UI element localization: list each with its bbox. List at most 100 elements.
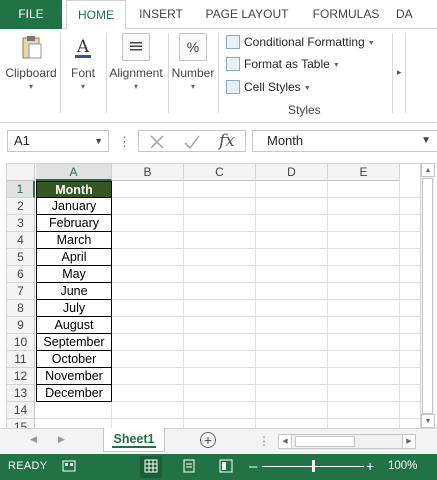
macro-record-icon[interactable]: [62, 459, 76, 473]
next-sheet-icon[interactable]: ▶: [58, 434, 65, 445]
column-header-c[interactable]: C: [184, 164, 256, 181]
format-as-table-button[interactable]: Format as Table ▼: [226, 54, 340, 74]
scroll-thumb[interactable]: [295, 436, 355, 447]
conditional-formatting-icon: [226, 35, 240, 49]
formula-input[interactable]: Month ▼: [252, 130, 437, 152]
row-header-13[interactable]: 13: [7, 385, 35, 402]
gridline: [399, 181, 400, 428]
zoom-level[interactable]: 100%: [388, 460, 417, 472]
formula-content: Month: [267, 133, 304, 148]
tab-data[interactable]: DA: [396, 0, 426, 29]
row-header-12[interactable]: 12: [7, 368, 35, 385]
font-group[interactable]: A Font ▾: [62, 29, 104, 119]
cell-a9[interactable]: August: [36, 317, 112, 334]
divider: [392, 33, 393, 113]
tab-home[interactable]: HOME: [66, 0, 126, 30]
scroll-left-icon[interactable]: ◀: [279, 435, 292, 448]
tab-formulas[interactable]: FORMULAS: [304, 0, 388, 29]
ribbon-tab-bar: FILE HOME INSERT PAGE LAYOUT FORMULAS DA: [0, 0, 437, 30]
prev-sheet-icon[interactable]: ◀: [30, 434, 37, 445]
cell-a5[interactable]: April: [36, 249, 112, 266]
tab-file[interactable]: FILE: [0, 0, 62, 29]
svg-text:A: A: [76, 37, 90, 57]
cell-a6[interactable]: May: [36, 266, 112, 283]
row-header-8[interactable]: 8: [7, 300, 35, 317]
chevron-down-icon: ▾: [28, 82, 33, 91]
row-header-4[interactable]: 4: [7, 232, 35, 249]
scroll-up-icon[interactable]: ▲: [421, 163, 435, 177]
gridline: [35, 418, 420, 419]
header-cell-a1[interactable]: Month: [36, 181, 112, 198]
row-header-10[interactable]: 10: [7, 334, 35, 351]
chevron-down-icon[interactable]: ▼: [94, 131, 103, 151]
chevron-down-icon: ▼: [367, 40, 375, 47]
gridline: [255, 181, 256, 428]
column-header-d[interactable]: D: [256, 164, 328, 181]
number-label: Number: [171, 66, 215, 80]
cell-a4[interactable]: March: [36, 232, 112, 249]
scroll-thumb[interactable]: [422, 178, 433, 414]
gridline: [327, 181, 328, 428]
row-header-1[interactable]: 1: [7, 181, 35, 198]
formula-buttons: fx: [138, 130, 246, 152]
cell-styles-label: Cell Styles: [244, 80, 301, 94]
alignment-label: Alignment: [109, 66, 163, 80]
column-header-e[interactable]: E: [328, 164, 400, 181]
tab-insert[interactable]: INSERT: [132, 0, 190, 29]
horizontal-scrollbar[interactable]: ◀ ▶: [278, 434, 416, 449]
select-all-corner[interactable]: [7, 164, 35, 181]
divider: [218, 33, 219, 113]
cell-a8[interactable]: July: [36, 300, 112, 317]
cell-a3[interactable]: February: [36, 215, 112, 232]
tab-page-layout[interactable]: PAGE LAYOUT: [198, 0, 296, 29]
enter-icon[interactable]: [183, 134, 201, 150]
insert-function-icon[interactable]: fx: [219, 131, 235, 151]
row-header-7[interactable]: 7: [7, 283, 35, 300]
gridline: [183, 181, 184, 428]
cell-a11[interactable]: October: [36, 351, 112, 368]
clipboard-icon: [17, 33, 45, 61]
cancel-icon[interactable]: [149, 134, 165, 150]
row-header-11[interactable]: 11: [7, 351, 35, 368]
zoom-slider-thumb[interactable]: [312, 460, 315, 472]
cell-a7[interactable]: June: [36, 283, 112, 300]
sheet-tab-sheet1[interactable]: Sheet1: [103, 428, 165, 452]
clipboard-group[interactable]: Clipboard ▾: [2, 29, 60, 119]
add-sheet-icon[interactable]: +: [200, 432, 216, 448]
cell-a12[interactable]: November: [36, 368, 112, 385]
ribbon-scroll-right-icon[interactable]: ▸: [397, 67, 402, 78]
divider: [106, 33, 107, 113]
number-group[interactable]: % Number ▾: [170, 29, 216, 119]
name-box[interactable]: A1 ▼: [7, 130, 109, 152]
column-header-a[interactable]: A: [36, 164, 112, 181]
worksheet-grid[interactable]: ABCDE 1 2 3 4 5 6 7 8 9 10 11 12 13 14 15 Month January…: [6, 163, 420, 428]
row-header-2[interactable]: 2: [7, 198, 35, 215]
zoom-out-button[interactable]: –: [249, 458, 257, 475]
normal-view-icon[interactable]: [144, 459, 158, 473]
zoom-in-button[interactable]: +: [366, 458, 374, 474]
page-break-view-icon[interactable]: [219, 459, 233, 473]
cell-a13[interactable]: December: [36, 385, 112, 402]
chevron-down-icon: ▾: [133, 82, 138, 91]
conditional-formatting-button[interactable]: Conditional Formatting ▼: [226, 32, 375, 52]
row-header-15[interactable]: 15: [7, 419, 35, 428]
row-header-14[interactable]: 14: [7, 402, 35, 419]
row-header-9[interactable]: 9: [7, 317, 35, 334]
column-header-b[interactable]: B: [112, 164, 184, 181]
cell-a2[interactable]: January: [36, 198, 112, 215]
cell-styles-button[interactable]: Cell Styles ▼: [226, 77, 311, 97]
name-box-value: A1: [14, 133, 30, 148]
percent-icon: %: [179, 33, 207, 61]
clipboard-label: Clipboard: [5, 66, 57, 80]
status-bar: READY – + 100%: [0, 454, 437, 480]
scroll-right-icon[interactable]: ▶: [402, 435, 415, 448]
row-header-6[interactable]: 6: [7, 266, 35, 283]
alignment-group[interactable]: Alignment ▾: [108, 29, 164, 119]
page-layout-view-icon[interactable]: [182, 459, 196, 473]
cell-a10[interactable]: September: [36, 334, 112, 351]
chevron-down-icon[interactable]: ▼: [421, 131, 431, 151]
scroll-down-icon[interactable]: ▼: [421, 414, 435, 428]
row-header-5[interactable]: 5: [7, 249, 35, 266]
row-header-3[interactable]: 3: [7, 215, 35, 232]
vertical-scrollbar[interactable]: ▲ ▼: [420, 163, 435, 428]
